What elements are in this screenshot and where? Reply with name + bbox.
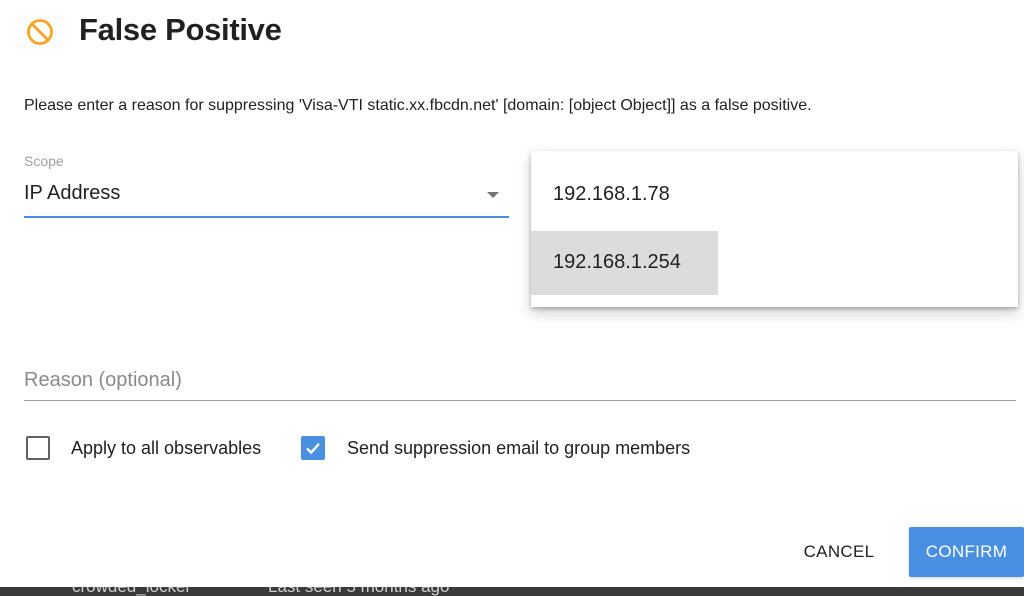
dialog-message: Please enter a reason for suppressing 'V… <box>24 97 812 114</box>
block-icon <box>27 19 53 45</box>
scope-selected-value: IP Address <box>24 182 121 204</box>
apply-all-checkbox[interactable] <box>26 436 50 460</box>
scope-select[interactable]: IP Address <box>24 180 509 218</box>
checkmark-icon <box>306 442 320 455</box>
background-page-strip: crowded_locker Last seen 5 months ago <box>0 587 1024 596</box>
dialog-title: False Positive <box>79 12 282 47</box>
send-email-label[interactable]: Send suppression email to group members <box>347 438 690 459</box>
dropdown-option-highlighted[interactable]: 192.168.1.254 <box>531 231 718 295</box>
scope-dropdown-menu: 192.168.1.78 192.168.1.254 <box>531 151 1018 307</box>
reason-field <box>24 360 1016 401</box>
apply-all-label[interactable]: Apply to all observables <box>71 438 261 459</box>
confirm-button[interactable]: CONFIRM <box>909 527 1024 577</box>
background-last-seen: Last seen 5 months ago <box>268 587 449 596</box>
dropdown-option[interactable]: 192.168.1.78 <box>531 163 1018 227</box>
background-item-name: crowded_locker <box>72 587 191 596</box>
send-email-checkbox[interactable] <box>301 436 325 460</box>
dropdown-arrow-icon <box>487 192 499 198</box>
cancel-button[interactable]: CANCEL <box>780 529 898 575</box>
scope-label: Scope <box>24 153 64 169</box>
reason-input[interactable] <box>24 364 1014 396</box>
